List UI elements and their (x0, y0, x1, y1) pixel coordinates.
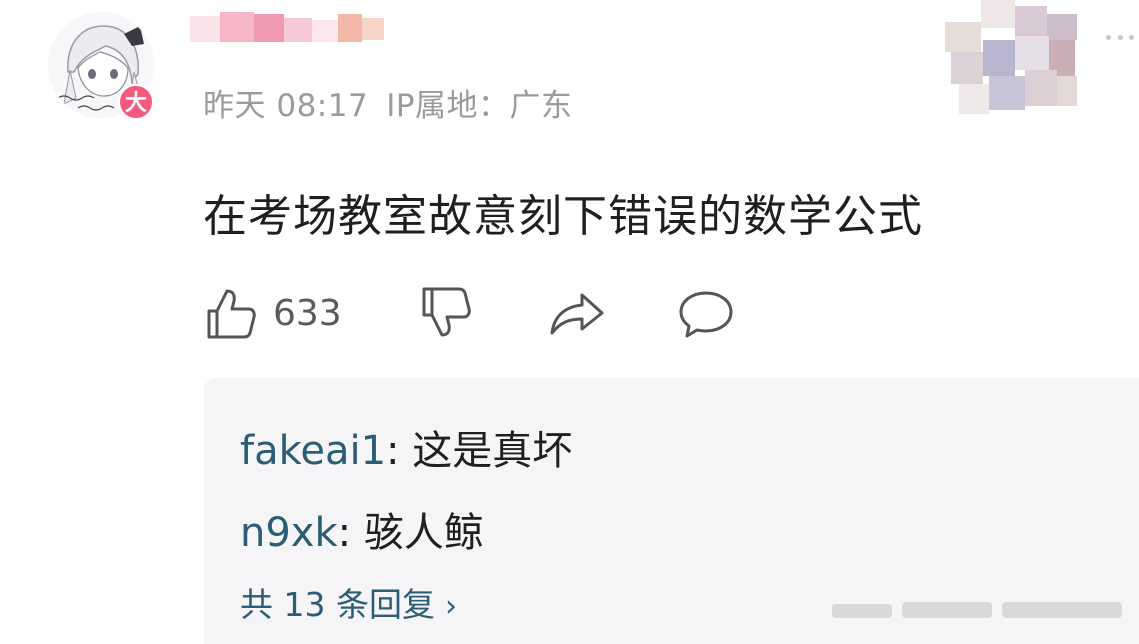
post-ip-location: IP属地：广东 (386, 88, 573, 124)
reply-item[interactable]: fakeai1: 这是真坏 (240, 418, 572, 476)
share-arrow-icon (550, 293, 604, 335)
reply-username[interactable]: fakeai1 (240, 428, 386, 474)
comment-bubble-icon (679, 291, 733, 338)
comment-button[interactable] (676, 283, 736, 343)
view-all-replies-link[interactable]: 共 13 条回复 › (240, 578, 457, 626)
view-all-replies-label: 共 13 条回复 (240, 585, 435, 624)
watermark (832, 596, 1132, 626)
reply-item[interactable]: n9xk: 骇人鲸 (240, 500, 484, 558)
post-image-blurred[interactable] (945, 0, 1077, 122)
dislike-button[interactable] (418, 283, 474, 343)
post-date: 昨天 08:17 (203, 88, 369, 124)
action-bar: 633 (203, 283, 803, 343)
reply-separator: : (386, 428, 413, 474)
like-count: 633 (273, 292, 342, 334)
chevron-right-icon: › (444, 589, 457, 624)
reply-text: 这是真坏 (412, 428, 573, 474)
username-blurred[interactable] (190, 10, 390, 50)
thumbs-up-icon (207, 289, 256, 339)
post-meta: 昨天 08:17 IP属地：广东 (203, 80, 573, 125)
share-button[interactable] (548, 283, 608, 343)
thumbs-down-icon (422, 287, 471, 337)
post-content: 在考场教室故意刻下错误的数学公式 (203, 191, 923, 242)
reply-separator: : (337, 510, 364, 556)
more-options-icon[interactable] (1106, 32, 1134, 42)
reply-text: 骇人鲸 (363, 510, 484, 556)
like-button[interactable]: 633 (203, 283, 342, 343)
vip-badge: 大 (118, 84, 154, 120)
reply-username[interactable]: n9xk (240, 510, 338, 556)
